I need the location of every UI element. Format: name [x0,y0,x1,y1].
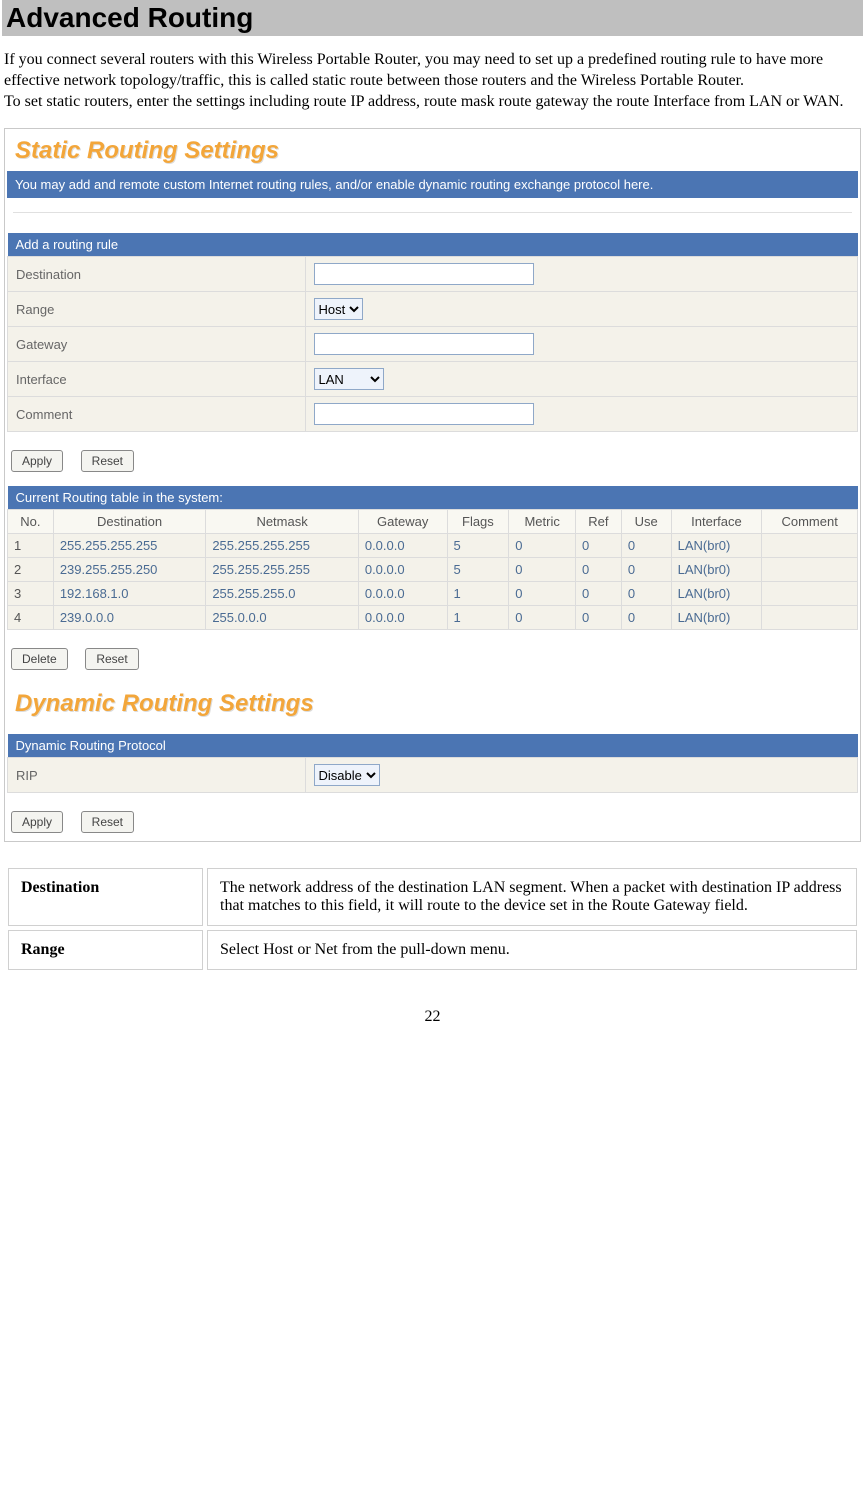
table-cell: 0 [621,606,671,630]
table-row: 3192.168.1.0255.255.255.00.0.0.01000LAN(… [8,582,858,606]
intro-text: If you connect several routers with this… [4,50,861,112]
dynamic-routing-table: Dynamic Routing Protocol RIP Disable [7,734,858,793]
table-cell: 5 [447,558,509,582]
table-cell: 0 [576,582,622,606]
table-cell: LAN(br0) [671,582,762,606]
table-cell: 255.255.255.255 [206,534,359,558]
apply-button[interactable]: Apply [11,450,63,472]
table-cell: 3 [8,582,54,606]
table-cell: 0 [621,534,671,558]
table-cell: 2 [8,558,54,582]
routing-table-title: Current Routing table in the system: [8,486,858,510]
table-row: 4239.0.0.0255.0.0.00.0.0.01000LAN(br0) [8,606,858,630]
table-cell: 0.0.0.0 [358,558,447,582]
table-cell: 0 [576,606,622,630]
destination-label: Destination [8,257,306,292]
rip-select[interactable]: Disable [314,764,380,786]
routing-table: Current Routing table in the system: No.… [7,486,858,630]
definition-text: The network address of the destination L… [207,868,857,926]
table-cell: 0 [576,534,622,558]
table-cell: LAN(br0) [671,558,762,582]
dynamic-routing-title: Dynamic Routing Protocol [8,734,858,758]
table-cell: 255.255.255.255 [53,534,206,558]
col-comment: Comment [762,510,858,534]
col-destination: Destination [53,510,206,534]
apply-button-2[interactable]: Apply [11,811,63,833]
table-cell: 0 [509,558,576,582]
col-ref: Ref [576,510,622,534]
definition-text: Select Host or Net from the pull-down me… [207,930,857,970]
table-cell: 0 [509,606,576,630]
table-cell: 1 [8,534,54,558]
interface-label: Interface [8,362,306,397]
page-title: Advanced Routing [2,0,863,36]
gateway-input[interactable] [314,333,534,355]
table-cell: 192.168.1.0 [53,582,206,606]
intro-paragraph-2: To set static routers, enter the setting… [4,93,844,110]
table-cell [762,558,858,582]
table-cell: 255.255.255.0 [206,582,359,606]
dynamic-routing-heading: Dynamic Routing Settings [7,684,858,724]
range-select[interactable]: Host [314,298,363,320]
table-cell: 0 [509,534,576,558]
table-row: 2239.255.255.250255.255.255.2550.0.0.050… [8,558,858,582]
col-interface: Interface [671,510,762,534]
col-netmask: Netmask [206,510,359,534]
add-routing-rule-table: Add a routing rule Destination Range Hos… [7,233,858,432]
table-cell: 0 [509,582,576,606]
col-use: Use [621,510,671,534]
table-cell: LAN(br0) [671,606,762,630]
intro-paragraph-1: If you connect several routers with this… [4,51,823,89]
comment-label: Comment [8,397,306,432]
table-cell: 0 [621,582,671,606]
table-cell: 0 [576,558,622,582]
reset-button-2[interactable]: Reset [85,648,138,670]
table-cell: 4 [8,606,54,630]
delete-button[interactable]: Delete [11,648,68,670]
static-routing-heading: Static Routing Settings [7,131,858,171]
reset-button-3[interactable]: Reset [81,811,134,833]
add-routing-title: Add a routing rule [8,233,858,257]
table-cell: 0.0.0.0 [358,534,447,558]
table-cell: 0 [621,558,671,582]
definition-term: Range [8,930,203,970]
table-cell: 1 [447,582,509,606]
table-cell: 255.0.0.0 [206,606,359,630]
rip-label: RIP [8,758,306,793]
table-cell: LAN(br0) [671,534,762,558]
table-cell: 239.0.0.0 [53,606,206,630]
table-cell [762,606,858,630]
comment-input[interactable] [314,403,534,425]
definition-term: Destination [8,868,203,926]
table-cell [762,582,858,606]
table-cell: 5 [447,534,509,558]
static-info-bar: You may add and remote custom Internet r… [7,171,858,198]
table-cell: 1 [447,606,509,630]
table-cell: 0.0.0.0 [358,606,447,630]
col-gateway: Gateway [358,510,447,534]
divider [13,212,852,213]
page-number: 22 [0,1008,865,1026]
col-flags: Flags [447,510,509,534]
table-cell: 255.255.255.255 [206,558,359,582]
reset-button[interactable]: Reset [81,450,134,472]
gateway-label: Gateway [8,327,306,362]
interface-select[interactable]: LAN [314,368,384,390]
definition-section: DestinationThe network address of the de… [4,864,861,974]
table-cell [762,534,858,558]
range-label: Range [8,292,306,327]
routing-table-header-row: No. Destination Netmask Gateway Flags Me… [8,510,858,534]
table-row: 1255.255.255.255255.255.255.2550.0.0.050… [8,534,858,558]
destination-input[interactable] [314,263,534,285]
col-no: No. [8,510,54,534]
col-metric: Metric [509,510,576,534]
table-cell: 239.255.255.250 [53,558,206,582]
settings-panel: Static Routing Settings You may add and … [4,128,861,842]
table-cell: 0.0.0.0 [358,582,447,606]
